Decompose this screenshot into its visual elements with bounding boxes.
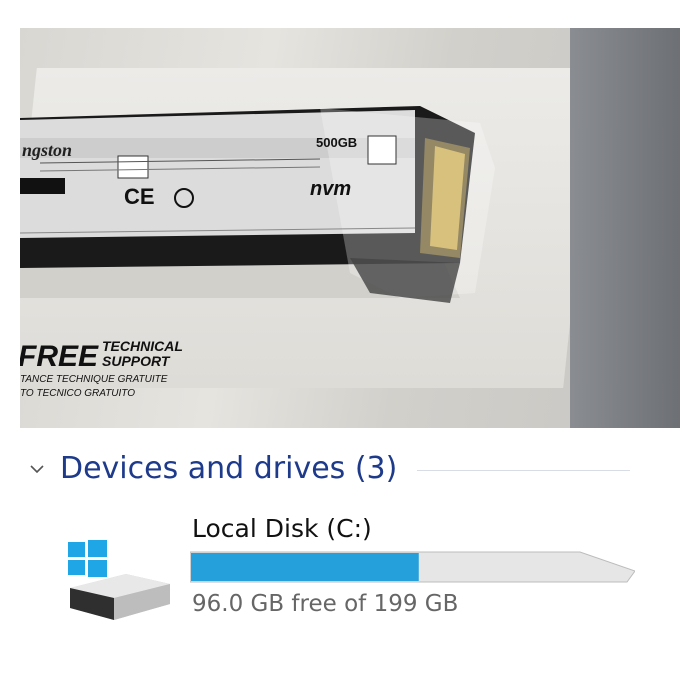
drive-usage-bar [190, 551, 635, 583]
devices-and-drives-header[interactable]: Devices and drives (3) [30, 448, 630, 488]
usage-bar-fill [191, 553, 419, 581]
box-free-text: FREE [20, 340, 99, 373]
hard-drive-icon[interactable] [66, 540, 176, 624]
ssd-nvme-text: nvm [310, 178, 352, 200]
chevron-down-icon[interactable] [30, 461, 44, 475]
box-support-text: SUPPORT [102, 353, 170, 369]
ssd-brand-text: ngston [22, 140, 73, 160]
section-title: Devices and drives (3) [60, 450, 398, 486]
drive-free-space: 96.0 GB free of 199 GB [192, 591, 459, 617]
ssd-photo: ngston 500GB nvm CE FREE TECHNICAL SUPPO… [20, 28, 680, 428]
box-technical-text: TECHNICAL [102, 338, 183, 354]
drive-name[interactable]: Local Disk (C:) [192, 514, 372, 543]
section-divider [417, 469, 630, 471]
box-spanish-text: TO TECNICO GRATUITO [20, 388, 136, 399]
ce-mark-text: CE [124, 184, 155, 209]
box-french-text: TANCE TECHNIQUE GRATUITE [20, 374, 168, 385]
windows-logo-icon [68, 540, 107, 577]
ssd-capacity-text: 500GB [316, 135, 358, 150]
